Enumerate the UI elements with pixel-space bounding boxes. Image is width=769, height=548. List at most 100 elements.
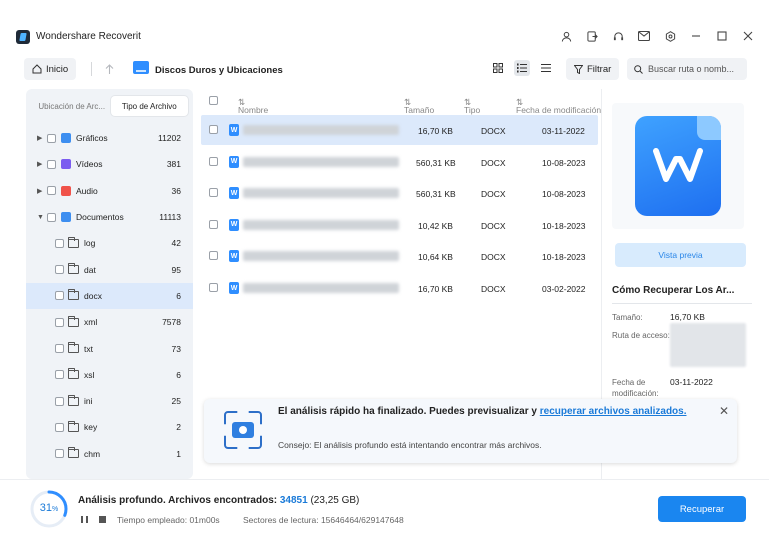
- cell-type: DOCX: [481, 157, 506, 168]
- column-size[interactable]: Tamaño ⇅: [404, 97, 434, 115]
- table-row[interactable]: W 560,31 KB DOCX 10-08-2023: [201, 147, 598, 177]
- folder-icon: [68, 368, 79, 380]
- maximize-icon[interactable]: [715, 29, 729, 43]
- recover-analyzed-link[interactable]: recuperar archivos analizados.: [540, 406, 687, 417]
- tree-item-count: 11113: [159, 212, 181, 223]
- checkbox[interactable]: [55, 396, 64, 406]
- checkbox[interactable]: [47, 186, 56, 196]
- table-row[interactable]: W 10,42 KB DOCX 10-18-2023: [201, 210, 598, 240]
- gear-icon[interactable]: [663, 29, 677, 43]
- checkbox[interactable]: [55, 449, 64, 459]
- checkbox[interactable]: [55, 370, 64, 380]
- tree-item-count: 381: [166, 159, 181, 170]
- row-checkbox[interactable]: [209, 125, 218, 134]
- expand-caret-icon[interactable]: ▶: [37, 134, 42, 142]
- close-notification-icon[interactable]: ✕: [719, 404, 729, 418]
- tree-item-count: 95: [171, 264, 181, 275]
- blurred-path-value: [670, 323, 746, 367]
- row-checkbox[interactable]: [209, 156, 218, 166]
- tree-item-videos[interactable]: ▶ Vídeos 381: [26, 151, 193, 177]
- tree-folder-txt[interactable]: txt 73: [26, 335, 193, 361]
- window-controls: [559, 29, 755, 43]
- close-icon[interactable]: [741, 29, 755, 43]
- tree-folder-chm[interactable]: chm 1: [26, 441, 193, 467]
- cell-date: 03-02-2022: [542, 284, 586, 294]
- grid-view-icon[interactable]: [490, 60, 506, 76]
- row-checkbox[interactable]: [209, 251, 218, 261]
- row-checkbox[interactable]: [209, 283, 218, 292]
- checkbox[interactable]: [55, 238, 64, 248]
- column-name[interactable]: Nombre ⇅: [238, 97, 268, 115]
- expand-caret-icon[interactable]: ▶: [37, 160, 42, 168]
- tree-item-count: 73: [171, 343, 181, 354]
- checkbox[interactable]: [55, 422, 64, 432]
- signout-icon[interactable]: [585, 29, 599, 43]
- tree-folder-ini[interactable]: ini 25: [26, 388, 193, 414]
- meta-date-value: 03-11-2022: [670, 377, 713, 387]
- tree-item-count: 6: [176, 290, 181, 301]
- word-file-icon: W: [229, 218, 239, 231]
- mail-icon[interactable]: [637, 29, 651, 43]
- table-row[interactable]: W 16,70 KB DOCX 03-02-2022: [201, 273, 598, 303]
- tree-item-label: ini: [84, 396, 93, 407]
- select-all-checkbox[interactable]: [209, 96, 218, 105]
- checkbox[interactable]: [47, 133, 56, 143]
- home-button[interactable]: Inicio: [24, 58, 77, 80]
- row-checkbox[interactable]: [209, 188, 218, 198]
- pause-icon[interactable]: [81, 516, 88, 523]
- audio-icon: [61, 185, 71, 196]
- home-icon: [32, 64, 42, 74]
- progress-percent: 31%: [39, 502, 59, 514]
- home-label: Inicio: [46, 63, 69, 75]
- recover-button[interactable]: Recuperar: [658, 496, 746, 522]
- column-modified[interactable]: Fecha de modificación ⇅: [516, 97, 601, 115]
- table-row[interactable]: W 16,70 KB DOCX 03-11-2022: [201, 115, 598, 145]
- cell-size: 16,70 KB: [418, 126, 453, 136]
- headset-icon[interactable]: [611, 29, 625, 43]
- checkbox[interactable]: [55, 291, 64, 301]
- preview-button[interactable]: Vista previa: [615, 243, 746, 267]
- checkbox[interactable]: [47, 212, 56, 222]
- search-input[interactable]: [648, 64, 743, 74]
- title-bar: Wondershare Recoverit: [0, 0, 769, 50]
- tree-item-documents[interactable]: ▼ Documentos 11113: [26, 204, 193, 230]
- table-row[interactable]: W 10,64 KB DOCX 10-18-2023: [201, 241, 598, 271]
- checkbox[interactable]: [55, 265, 64, 275]
- tree-folder-log[interactable]: log 42: [26, 230, 193, 256]
- cell-type: DOCX: [481, 220, 506, 231]
- sidebar-tabs: Ubicación de Arc... Tipo de Archivo: [33, 96, 188, 116]
- list-view-icon[interactable]: [538, 60, 554, 76]
- table-row[interactable]: W 560,31 KB DOCX 10-08-2023: [201, 178, 598, 208]
- row-checkbox[interactable]: [209, 219, 218, 229]
- sectors-read: Sectores de lectura: 15646464/629147648: [243, 515, 404, 525]
- tree-folder-key[interactable]: key 2: [26, 414, 193, 440]
- tree-item-graphics[interactable]: ▶ Gráficos 11202: [26, 125, 193, 151]
- notification-tip: Consejo: El análisis profundo está inten…: [278, 440, 542, 450]
- word-file-icon: W: [229, 187, 239, 200]
- checkbox[interactable]: [47, 159, 56, 169]
- expand-caret-icon[interactable]: ▶: [37, 187, 42, 195]
- stop-icon[interactable]: [99, 516, 106, 523]
- scan-complete-notification: El análisis rápido ha finalizado. Puedes…: [204, 399, 737, 463]
- up-arrow-button[interactable]: [100, 59, 118, 79]
- checkbox[interactable]: [55, 317, 64, 327]
- cell-date: 03-11-2022: [542, 126, 585, 136]
- tab-file-type[interactable]: Tipo de Archivo: [110, 96, 188, 116]
- image-icon: [61, 133, 71, 144]
- search-box[interactable]: [627, 58, 747, 80]
- checkbox[interactable]: [55, 344, 64, 354]
- column-type[interactable]: Tipo ⇅: [464, 97, 480, 115]
- cell-size: 16,70 KB: [418, 284, 453, 294]
- detail-view-icon[interactable]: [514, 60, 530, 76]
- filter-button[interactable]: Filtrar: [566, 58, 620, 80]
- tree-item-audio[interactable]: ▶ Audio 36: [26, 178, 193, 204]
- collapse-caret-icon[interactable]: ▼: [37, 214, 44, 221]
- user-icon[interactable]: [559, 29, 573, 43]
- tree-folder-xsl[interactable]: xsl 6: [26, 362, 193, 388]
- tree-folder-xml[interactable]: xml 7578: [26, 309, 193, 335]
- scan-preview-icon: [224, 411, 262, 449]
- tree-folder-dat[interactable]: dat 95: [26, 256, 193, 282]
- tab-file-location[interactable]: Ubicación de Arc...: [33, 96, 111, 116]
- tree-folder-docx[interactable]: docx 6: [26, 282, 193, 310]
- minimize-icon[interactable]: [689, 29, 703, 43]
